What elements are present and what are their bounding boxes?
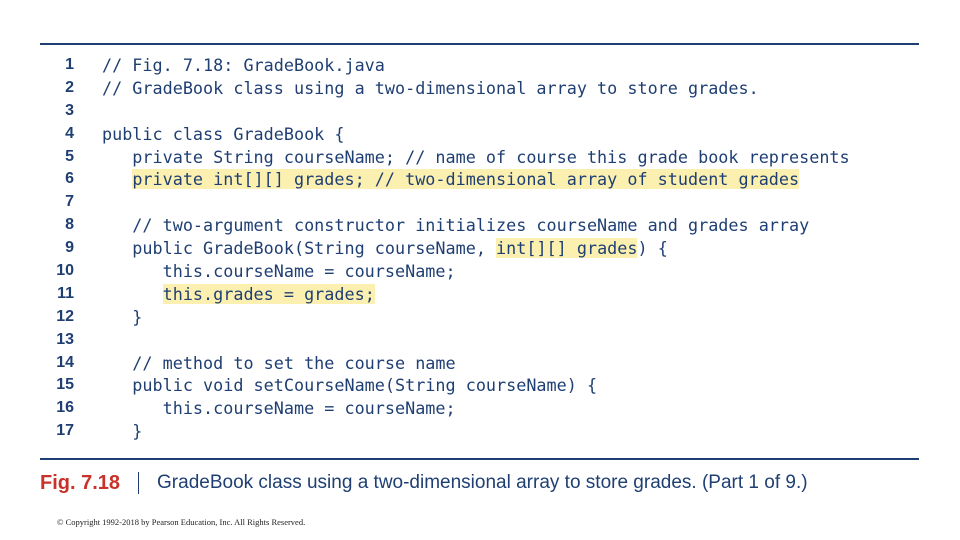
highlighted-code: this.grades = grades; bbox=[162, 283, 375, 304]
line-source: private int[][] grades; // two-dimension… bbox=[102, 168, 800, 191]
line-number: 9 bbox=[65, 239, 74, 257]
code-line: 9 public GradeBook(String courseName, in… bbox=[40, 237, 919, 260]
line-number: 5 bbox=[65, 147, 74, 165]
code-text: } bbox=[102, 421, 143, 442]
line-source: this.courseName = courseName; bbox=[102, 397, 456, 420]
line-number: 14 bbox=[56, 353, 74, 371]
code-line: 6 private int[][] grades; // two-dimensi… bbox=[40, 168, 919, 191]
line-number: 13 bbox=[56, 330, 74, 348]
line-source: this.grades = grades; bbox=[102, 283, 375, 306]
line-source: // Fig. 7.18: GradeBook.java bbox=[102, 54, 385, 77]
line-source: this.courseName = courseName; bbox=[102, 260, 456, 283]
line-source: public void setCourseName(String courseN… bbox=[102, 374, 597, 397]
code-line: 5 private String courseName; // name of … bbox=[40, 146, 919, 169]
code-line: 1 // Fig. 7.18: GradeBook.java bbox=[40, 54, 919, 77]
code-text: public class GradeBook { bbox=[102, 123, 345, 144]
code-line: 11 this.grades = grades; bbox=[40, 283, 919, 306]
highlighted-code: int[][] grades bbox=[496, 238, 638, 259]
bottom-rule bbox=[40, 458, 919, 460]
code-line: 2 // GradeBook class using a two-dimensio… bbox=[40, 77, 919, 100]
line-number: 8 bbox=[65, 216, 74, 234]
line-number: 3 bbox=[65, 101, 74, 119]
line-number: 11 bbox=[57, 284, 74, 302]
code-text: public void setCourseName(String courseN… bbox=[102, 375, 598, 396]
copyright-notice: © Copyright 1992-2018 by Pearson Educati… bbox=[57, 517, 306, 527]
code-text: this.courseName = courseName; bbox=[102, 398, 456, 419]
code-line: 7 bbox=[40, 191, 919, 214]
line-number: 10 bbox=[56, 262, 74, 280]
code-line: 13 bbox=[40, 329, 919, 352]
caption-separator bbox=[138, 472, 140, 494]
line-source: private String courseName; // name of co… bbox=[102, 146, 850, 169]
code-line: 14 // method to set the course name bbox=[40, 352, 919, 375]
figure-caption: Fig. 7.18 GradeBook class using a two-di… bbox=[40, 468, 808, 498]
code-line: 4 public class GradeBook { bbox=[40, 123, 919, 146]
code-text: } bbox=[102, 306, 143, 327]
code-text: private String courseName; // name of co… bbox=[102, 146, 850, 167]
code-text: // Fig. 7.18: GradeBook.java bbox=[102, 55, 385, 75]
code-line: 10 this.courseName = courseName; bbox=[40, 260, 919, 283]
line-number: 12 bbox=[56, 307, 74, 325]
code-listing: 1 // Fig. 7.18: GradeBook.java 2 // GradeBo… bbox=[40, 54, 919, 443]
code-text: this.courseName = courseName; bbox=[102, 261, 456, 282]
line-number: 2 bbox=[65, 78, 74, 96]
line-source: // method to set the course name bbox=[102, 352, 456, 375]
code-line: 3 bbox=[40, 100, 919, 123]
line-source: // GradeBook class using a two-dimension… bbox=[102, 77, 759, 100]
top-rule bbox=[40, 43, 919, 45]
line-number: 7 bbox=[65, 193, 74, 211]
code-tail: ) { bbox=[637, 238, 668, 259]
line-source: } bbox=[102, 306, 142, 329]
line-source: } bbox=[102, 420, 142, 443]
line-number: 6 bbox=[65, 170, 74, 188]
line-source: public GradeBook(String courseName, int[… bbox=[102, 237, 668, 260]
code-line: 15 public void setCourseName(String cour… bbox=[40, 374, 919, 397]
code-line: 16 this.courseName = courseName; bbox=[40, 397, 919, 420]
line-number: 1 bbox=[65, 56, 74, 73]
figure-caption-text: GradeBook class using a two-dimensional … bbox=[157, 472, 808, 493]
code-text: // two-argument constructor initializes … bbox=[102, 215, 810, 236]
code-line: 8 // two-argument constructor initialize… bbox=[40, 214, 919, 237]
code-line: 12 } bbox=[40, 306, 919, 329]
line-number: 17 bbox=[56, 422, 74, 440]
code-text: // method to set the course name bbox=[102, 352, 456, 373]
line-source: // two-argument constructor initializes … bbox=[102, 214, 809, 237]
line-number: 15 bbox=[56, 376, 74, 394]
figure-label: Fig. 7.18 bbox=[40, 471, 121, 494]
code-text: public GradeBook(String courseName, bbox=[102, 238, 497, 259]
code-text: // GradeBook class using a two-dimension… bbox=[102, 77, 759, 98]
line-number: 4 bbox=[65, 124, 74, 142]
line-number: 16 bbox=[56, 399, 74, 417]
highlighted-code: private int[][] grades; // two-dimension… bbox=[132, 169, 800, 190]
line-source: public class GradeBook { bbox=[102, 123, 344, 146]
code-line: 17 } bbox=[40, 420, 919, 443]
